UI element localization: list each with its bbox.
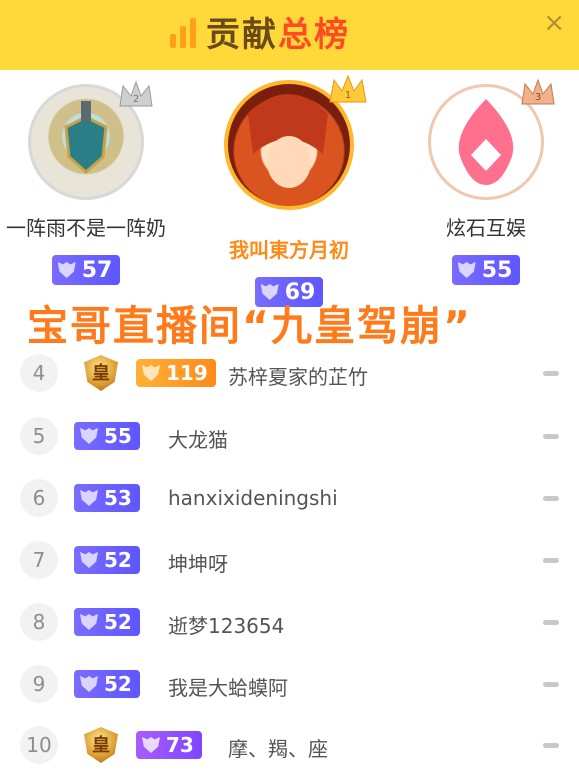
podium-name: 一阵雨不是一阵奶 xyxy=(6,216,166,240)
level-badge: 119 xyxy=(136,359,216,387)
user-name: 我是大蛤蟆阿 xyxy=(168,676,288,700)
title-text-2: 总榜 xyxy=(278,14,350,55)
rank-number: 5 xyxy=(20,417,58,455)
panel-title: 贡献 总榜 xyxy=(170,6,350,56)
list-item[interactable]: 5 55 大龙猫 xyxy=(0,405,579,467)
list-item[interactable]: 4 皇 119 苏梓夏家的芷竹 xyxy=(0,342,579,404)
rank-number: 9 xyxy=(20,665,58,703)
row-end-dash xyxy=(543,496,559,501)
fan-badge-icon xyxy=(457,262,476,278)
fan-badge-icon xyxy=(80,552,98,568)
list-item[interactable]: 10 皇 73 摩、羯、座 xyxy=(0,714,579,776)
row-end-dash xyxy=(543,682,559,687)
list-item[interactable]: 9 52 我是大蛤蟆阿 xyxy=(0,653,579,715)
podium-first[interactable]: 1 我叫東方月初 69 xyxy=(189,74,389,307)
level-value: 55 xyxy=(104,424,132,448)
fan-badge-icon xyxy=(142,365,160,381)
level-badge: 55 xyxy=(74,422,140,450)
level-value: 52 xyxy=(104,548,132,572)
row-end-dash xyxy=(543,620,559,625)
row-end-dash xyxy=(543,558,559,563)
crown-emblem-icon: 皇 xyxy=(78,725,124,765)
row-end-dash xyxy=(543,743,559,748)
fan-badge-icon xyxy=(80,428,98,444)
bar-chart-icon xyxy=(170,14,196,48)
level-value: 52 xyxy=(104,672,132,696)
podium-third[interactable]: 3 炫石互娱 55 xyxy=(386,78,579,285)
level-value: 57 xyxy=(81,257,113,283)
close-icon[interactable]: × xyxy=(543,8,565,38)
rank-number: 6 xyxy=(20,479,58,517)
list-item[interactable]: 7 52 坤坤呀 xyxy=(0,529,579,591)
crown-icon: 3 xyxy=(520,78,556,112)
level-badge: 52 xyxy=(74,670,140,698)
user-name: 大龙猫 xyxy=(168,428,228,452)
emblem-text: 皇 xyxy=(92,735,110,756)
fan-badge-icon xyxy=(80,614,98,630)
level-badge: 57 xyxy=(51,255,121,285)
podium-second[interactable]: 2 一阵雨不是一阵奶 57 xyxy=(0,80,186,285)
crown-icon: 2 xyxy=(118,80,154,114)
user-name: 逝梦123654 xyxy=(168,614,285,638)
podium-name: 炫石互娱 xyxy=(446,216,526,240)
list-item[interactable]: 6 53 hanxixideningshi xyxy=(0,467,579,529)
level-value: 55 xyxy=(481,257,513,283)
fan-badge-icon xyxy=(80,676,98,692)
user-name: 摩、羯、座 xyxy=(228,737,328,761)
rank-number: 10 xyxy=(20,726,58,764)
rank-number: 7 xyxy=(20,541,58,579)
level-value: 53 xyxy=(104,486,132,510)
level-badge: 55 xyxy=(451,255,521,285)
podium-name: 我叫東方月初 xyxy=(229,238,349,262)
row-end-dash xyxy=(543,434,559,439)
row-end-dash xyxy=(543,371,559,376)
podium-rank-label: 1 xyxy=(345,90,351,101)
rank-number: 8 xyxy=(20,603,58,641)
crown-emblem-icon: 皇 xyxy=(78,353,124,393)
fan-badge-icon xyxy=(142,737,160,753)
podium-rank-label: 2 xyxy=(133,94,139,105)
fan-badge-icon xyxy=(57,262,76,278)
user-name: hanxixideningshi xyxy=(168,486,338,510)
fan-badge-icon xyxy=(80,490,98,506)
level-value: 73 xyxy=(166,733,194,757)
crown-icon: 1 xyxy=(328,74,368,110)
user-name: 苏梓夏家的芷竹 xyxy=(228,365,368,389)
level-badge: 52 xyxy=(74,608,140,636)
list-item[interactable]: 8 52 逝梦123654 xyxy=(0,591,579,653)
header-bar: 贡献 总榜 × xyxy=(0,0,579,70)
user-name: 坤坤呀 xyxy=(168,552,228,576)
emblem-text: 皇 xyxy=(92,363,110,384)
level-badge: 73 xyxy=(136,731,202,759)
podium-rank-label: 3 xyxy=(535,92,541,103)
rank-number: 4 xyxy=(20,354,58,392)
title-text-1: 贡献 xyxy=(206,14,278,55)
level-badge: 52 xyxy=(74,546,140,574)
level-badge: 53 xyxy=(74,484,140,512)
level-value: 119 xyxy=(166,361,208,385)
level-value: 52 xyxy=(104,610,132,634)
